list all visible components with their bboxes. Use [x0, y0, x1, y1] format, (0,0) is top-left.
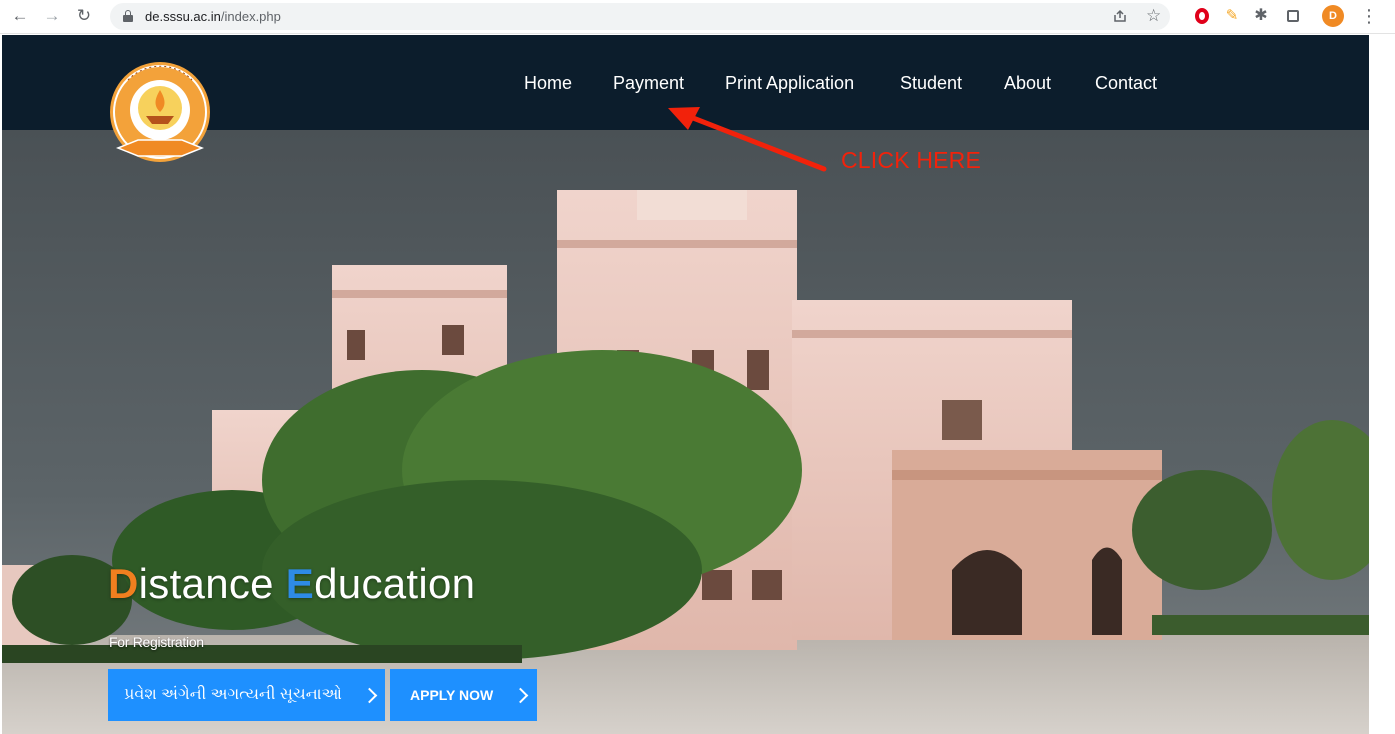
kebab-menu-icon[interactable]: ⋮	[1360, 4, 1378, 28]
url-path: /index.php	[220, 9, 281, 24]
puzzle-icon[interactable]: ✱	[1252, 7, 1270, 25]
window-icon[interactable]	[1284, 7, 1302, 25]
apply-now-label: APPLY NOW	[410, 687, 494, 703]
hero-title-part-1: istance	[138, 560, 286, 607]
chevron-right-icon	[512, 687, 529, 703]
address-bar[interactable]: de.sssu.ac.in/index.php ☆	[110, 3, 1170, 30]
brush-icon[interactable]: ✎	[1223, 7, 1241, 25]
admission-notice-label: પ્રવેશ અંગેની અગત્યની સૂચનાઓ	[124, 686, 342, 703]
profile-avatar[interactable]: D	[1322, 5, 1344, 27]
nav-home[interactable]: Home	[524, 73, 572, 94]
admission-notice-button[interactable]: પ્રવેશ અંગેની અગત્યની સૂચનાઓ	[108, 669, 385, 721]
campus-building-image	[2, 130, 1369, 734]
apply-now-button[interactable]: APPLY NOW	[390, 669, 537, 721]
star-icon[interactable]: ☆	[1146, 5, 1161, 27]
annotation-arrow-icon	[668, 107, 827, 172]
chevron-right-icon	[361, 687, 378, 703]
university-logo[interactable]	[108, 60, 214, 168]
url-text[interactable]: de.sssu.ac.in/index.php	[145, 3, 281, 30]
click-here-annotation: CLICK HERE	[841, 147, 982, 173]
hero-title-accent-d: D	[108, 560, 139, 607]
url-domain: de.sssu.ac.in	[145, 9, 221, 24]
opera-icon[interactable]	[1193, 7, 1211, 25]
reload-icon[interactable]: ↻	[72, 4, 96, 28]
hero-title-part-2: ducation	[314, 560, 476, 607]
nav-about[interactable]: About	[1004, 73, 1051, 94]
hero-title-accent-e: E	[285, 560, 315, 607]
registration-caption: For Registration	[109, 634, 204, 650]
lock-icon[interactable]	[123, 10, 133, 22]
back-icon[interactable]: ←	[8, 4, 32, 28]
hero-title: Distance Education	[108, 560, 475, 608]
nav-payment[interactable]: Payment	[613, 73, 684, 94]
nav-print-application[interactable]: Print Application	[725, 73, 854, 94]
hero-banner	[2, 130, 1369, 734]
nav-contact[interactable]: Contact	[1095, 73, 1157, 94]
nav-student[interactable]: Student	[900, 73, 962, 94]
browser-toolbar: ← → ↻ de.sssu.ac.in/index.php ☆ ✎ ✱ D ⋮	[0, 0, 1395, 34]
forward-icon[interactable]: →	[40, 4, 64, 28]
share-icon[interactable]	[1113, 9, 1127, 23]
